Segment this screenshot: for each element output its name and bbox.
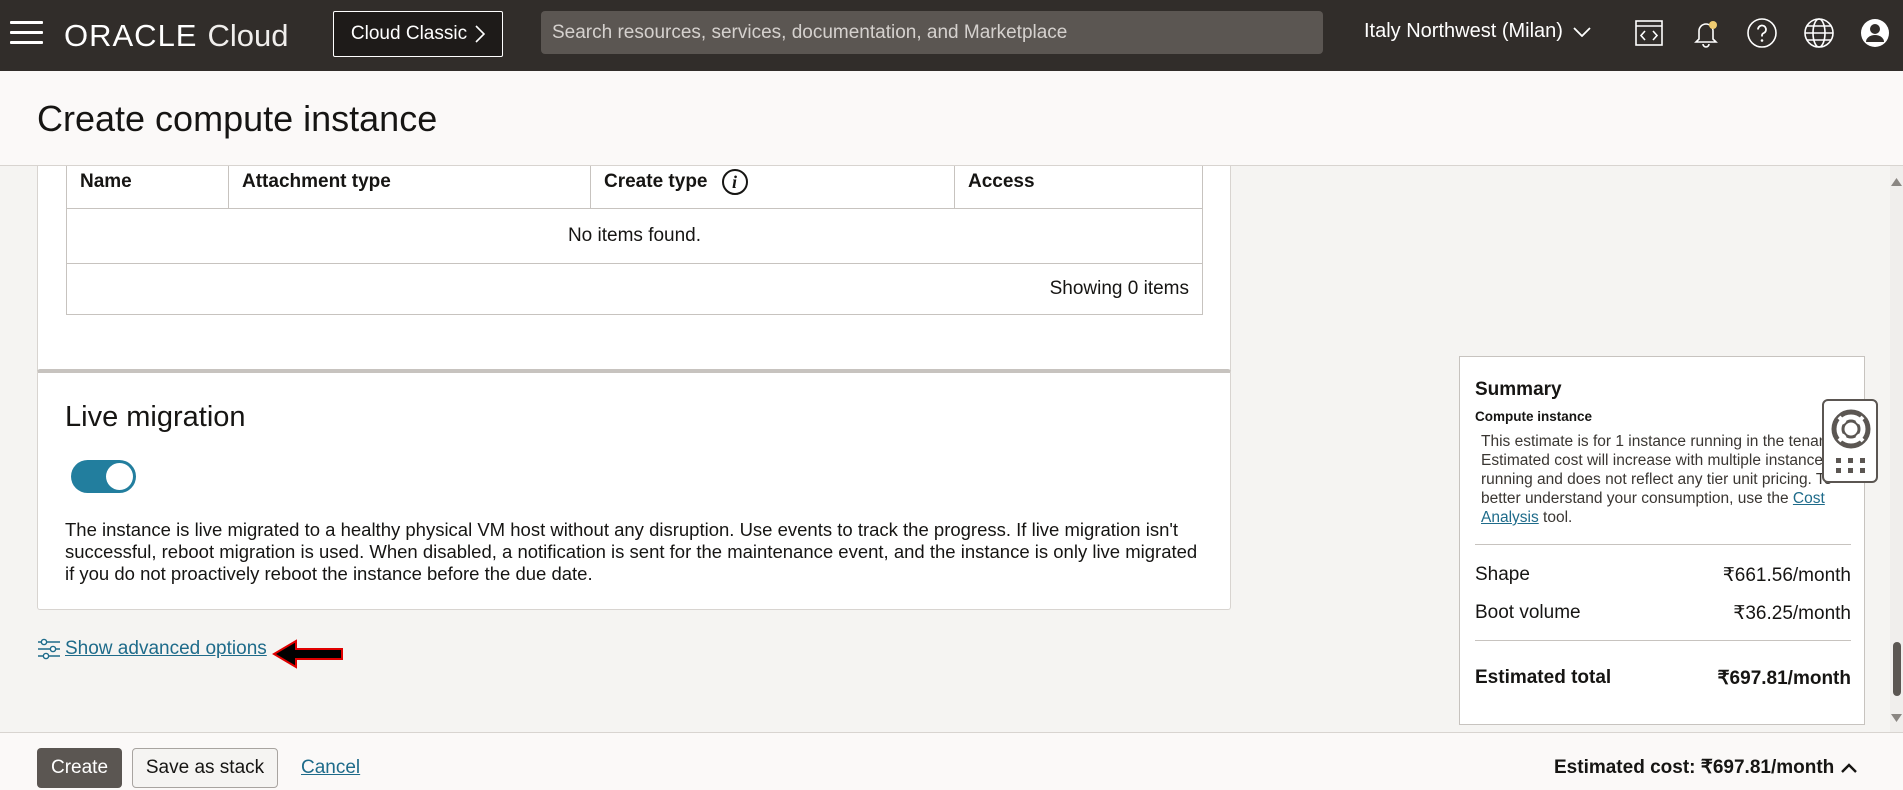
column-header-access[interactable]: Access bbox=[955, 166, 1202, 208]
form-content: Name Attachment type Create type i Acces… bbox=[0, 166, 1890, 732]
user-profile-icon[interactable] bbox=[1858, 16, 1892, 50]
attached-volumes-table: Name Attachment type Create type i Acces… bbox=[66, 166, 1203, 315]
code-editor-icon[interactable] bbox=[1632, 16, 1666, 50]
region-selector[interactable]: Italy Northwest (Milan) bbox=[1364, 20, 1591, 43]
cancel-link[interactable]: Cancel bbox=[301, 757, 360, 779]
help-icon[interactable] bbox=[1745, 16, 1779, 50]
vertical-scrollbar[interactable] bbox=[1890, 166, 1903, 732]
lifebuoy-icon bbox=[1831, 409, 1871, 449]
table-empty-row: No items found. bbox=[67, 209, 1202, 264]
cloud-classic-button[interactable]: Cloud Classic bbox=[333, 11, 503, 57]
summary-divider bbox=[1475, 640, 1851, 641]
scroll-up-arrow-icon[interactable] bbox=[1890, 176, 1903, 188]
live-migration-card: Live migration The instance is live migr… bbox=[37, 369, 1231, 610]
estimated-cost-toggle[interactable]: Estimated cost: ₹697.81/month bbox=[1554, 756, 1858, 779]
top-navigation-bar: ORACLE Cloud Cloud Classic Search resour… bbox=[0, 0, 1903, 71]
info-icon[interactable]: i bbox=[721, 169, 748, 195]
cost-summary-panel: Summary Compute instance This estimate i… bbox=[1459, 356, 1865, 725]
page-title: Create compute instance bbox=[37, 98, 438, 139]
scroll-down-arrow-icon[interactable] bbox=[1890, 712, 1903, 724]
sliders-icon bbox=[38, 638, 60, 660]
cloud-classic-label: Cloud Classic bbox=[350, 23, 468, 44]
hamburger-menu-icon[interactable] bbox=[10, 21, 43, 47]
live-migration-title: Live migration bbox=[65, 401, 246, 433]
create-type-label: Create type bbox=[604, 171, 708, 192]
summary-row-label: Shape bbox=[1475, 564, 1530, 585]
apps-grid-icon bbox=[1836, 458, 1865, 473]
summary-row-shape: Shape ₹661.56/month bbox=[1475, 564, 1851, 587]
summary-row-value: ₹661.56/month bbox=[1722, 565, 1851, 586]
summary-row-total: Estimated total ₹697.81/month bbox=[1475, 667, 1851, 690]
table-item-count: Showing 0 items bbox=[1049, 278, 1189, 299]
summary-total-label: Estimated total bbox=[1475, 667, 1612, 688]
notifications-bell-icon[interactable] bbox=[1689, 16, 1723, 50]
column-header-name[interactable]: Name bbox=[67, 166, 229, 208]
logo-oracle-text: ORACLE bbox=[64, 18, 198, 53]
summary-note-tail: tool. bbox=[1538, 509, 1573, 526]
chevron-up-icon bbox=[1841, 762, 1858, 773]
summary-row-value: ₹36.25/month bbox=[1733, 603, 1851, 624]
show-advanced-options-link[interactable]: Show advanced options bbox=[37, 637, 267, 661]
help-widget[interactable] bbox=[1822, 399, 1878, 483]
summary-total-value: ₹697.81/month bbox=[1717, 668, 1851, 689]
oracle-cloud-logo[interactable]: ORACLE Cloud bbox=[64, 18, 288, 54]
page-header: Create compute instance bbox=[0, 71, 1903, 166]
column-header-create-type[interactable]: Create type i bbox=[591, 166, 955, 208]
search-input[interactable]: Search resources, services, documentatio… bbox=[541, 11, 1323, 54]
summary-row-label: Boot volume bbox=[1475, 602, 1581, 623]
language-globe-icon[interactable] bbox=[1802, 16, 1836, 50]
summary-divider bbox=[1475, 544, 1851, 545]
summary-row-boot-volume: Boot volume ₹36.25/month bbox=[1475, 602, 1851, 625]
save-as-stack-button[interactable]: Save as stack bbox=[132, 748, 278, 788]
summary-note: This estimate is for 1 instance running … bbox=[1481, 432, 1851, 527]
live-migration-toggle[interactable] bbox=[71, 460, 136, 493]
column-header-attachment-type[interactable]: Attachment type bbox=[229, 166, 591, 208]
region-label: Italy Northwest (Milan) bbox=[1364, 20, 1563, 42]
toggle-knob bbox=[106, 463, 133, 490]
live-migration-description: The instance is live migrated to a healt… bbox=[65, 519, 1198, 584]
chevron-down-icon bbox=[1573, 26, 1591, 37]
logo-cloud-text: Cloud bbox=[207, 18, 289, 53]
chevron-right-icon bbox=[475, 25, 486, 43]
summary-note-text: This estimate is for 1 instance running … bbox=[1481, 433, 1847, 507]
table-header: Name Attachment type Create type i Acces… bbox=[67, 166, 1202, 209]
show-advanced-options-label: Show advanced options bbox=[65, 638, 267, 659]
form-footer: Create Save as stack Cancel Estimated co… bbox=[0, 732, 1903, 790]
summary-title: Summary bbox=[1475, 379, 1562, 400]
create-button[interactable]: Create bbox=[37, 748, 122, 788]
scrollbar-thumb[interactable] bbox=[1893, 642, 1901, 696]
summary-subtitle: Compute instance bbox=[1475, 409, 1593, 424]
search-placeholder: Search resources, services, documentatio… bbox=[552, 21, 1068, 43]
red-arrow-annotation-icon bbox=[272, 639, 343, 669]
estimated-cost-text: Estimated cost: ₹697.81/month bbox=[1554, 757, 1835, 778]
